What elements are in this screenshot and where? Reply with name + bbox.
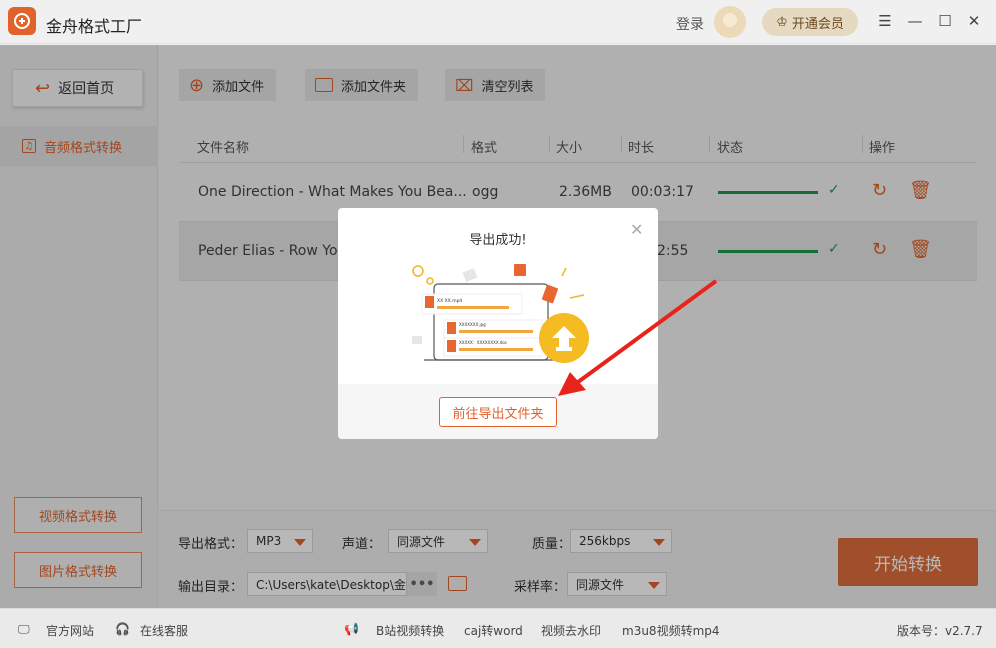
online-service-link[interactable]: 在线客服 bbox=[140, 622, 188, 639]
close-icon[interactable]: ✕ bbox=[965, 12, 983, 30]
footer-link-bili[interactable]: B站视频转换 bbox=[376, 622, 444, 639]
illustration-file-3: XXXXX：XXXXXXXX.doc bbox=[459, 340, 507, 345]
export-illustration: XX XX.mp4 XXXXXXX.jpg XXXXX：XXXXXXXX.doc bbox=[412, 264, 589, 363]
crown-icon: ♔ bbox=[776, 14, 788, 30]
menu-icon[interactable]: ☰ bbox=[876, 12, 894, 30]
footer: 🖵 官方网站 🎧 在线客服 📢 B站视频转换 caj转word 视频去水印 m3… bbox=[0, 608, 996, 648]
illustration-file-2: XXXXXXX.jpg bbox=[459, 322, 486, 327]
app-title: 金舟格式工厂 bbox=[46, 17, 143, 36]
maximize-icon[interactable]: ☐ bbox=[936, 12, 954, 30]
footer-link-m3u8[interactable]: m3u8视频转mp4 bbox=[622, 622, 720, 639]
illustration-file-1: XX XX.mp4 bbox=[437, 298, 462, 304]
export-success-dialog: 导出成功! ✕ XX XX.mp4 XXXXXXX.jpg XXXXX：XXXX… bbox=[338, 208, 658, 439]
megaphone-icon: 📢 bbox=[344, 622, 359, 636]
title-bar: 金舟格式工厂 登录 ♔ 开通会员 ☰ — ☐ ✕ bbox=[0, 0, 996, 44]
version-text: 版本号：v2.7.7 bbox=[897, 624, 983, 638]
monitor-icon: 🖵 bbox=[18, 622, 30, 636]
headset-icon: 🎧 bbox=[115, 622, 130, 636]
login-link[interactable]: 登录 bbox=[676, 14, 704, 34]
app-logo-icon bbox=[8, 7, 36, 35]
vip-button[interactable]: ♔ 开通会员 bbox=[762, 8, 858, 36]
minimize-icon[interactable]: — bbox=[906, 12, 924, 30]
official-site-link[interactable]: 官方网站 bbox=[46, 622, 94, 639]
avatar[interactable] bbox=[714, 6, 746, 38]
vip-label: 开通会员 bbox=[791, 16, 844, 32]
open-export-folder-button[interactable]: 前往导出文件夹 bbox=[439, 397, 557, 427]
footer-link-watermark[interactable]: 视频去水印 bbox=[541, 622, 601, 639]
footer-link-caj[interactable]: caj转word bbox=[464, 622, 523, 639]
